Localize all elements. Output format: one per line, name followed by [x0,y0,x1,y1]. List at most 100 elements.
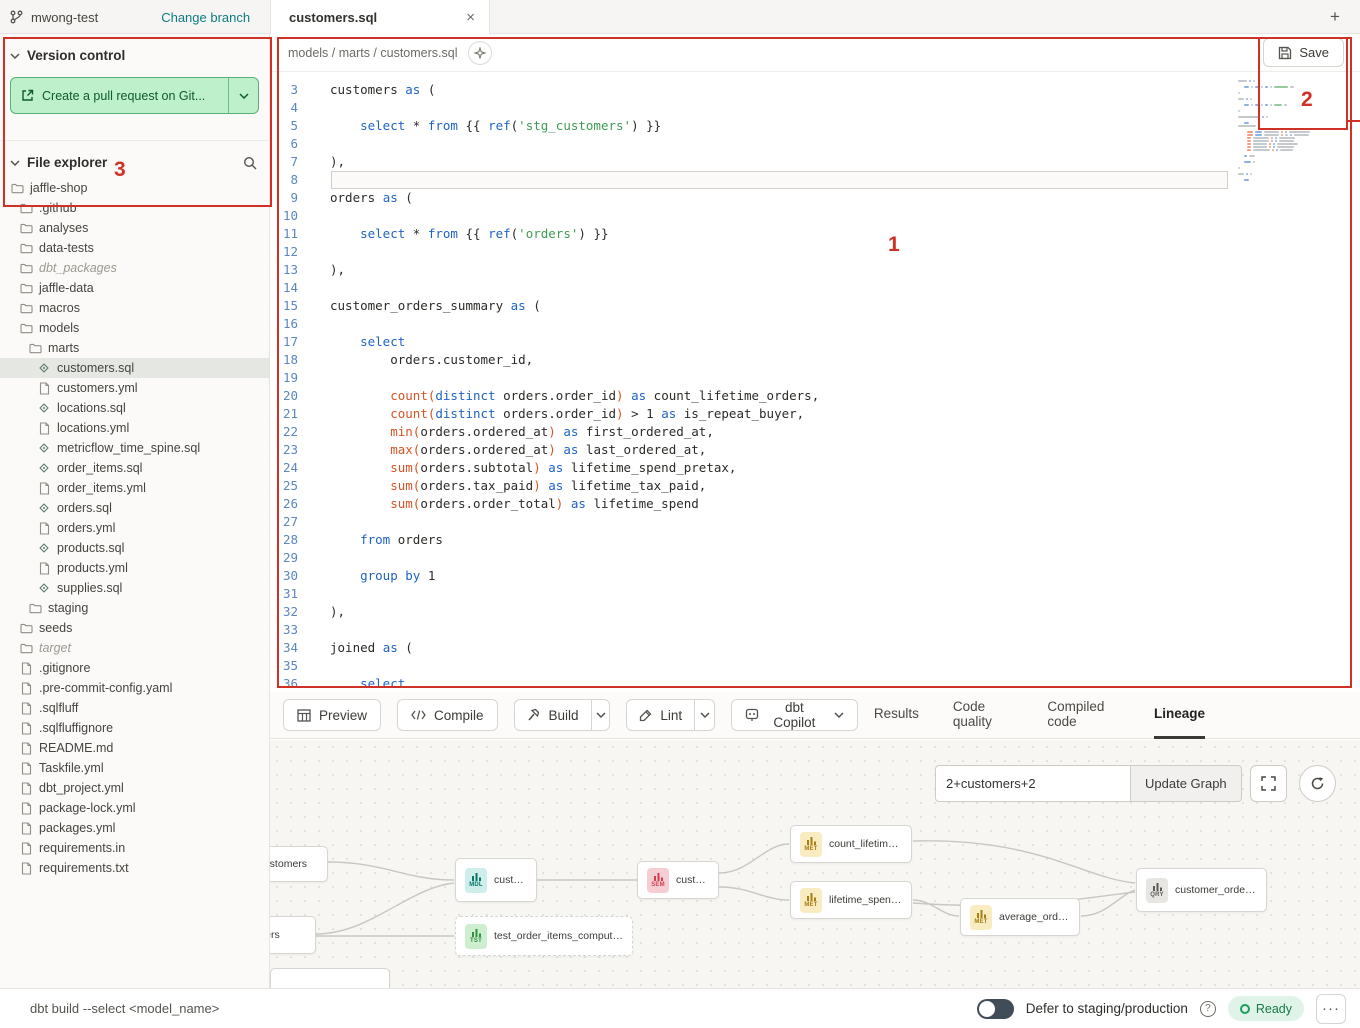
code-editor[interactable]: 3customers as (45 select * from {{ ref('… [270,72,1360,692]
tree-item-dbt_packages[interactable]: dbt_packages [0,258,269,278]
create-pr-button[interactable]: Create a pull request on Git... [11,78,228,113]
tree-item-requirements.in[interactable]: requirements.in [0,838,269,858]
tree-item-supplies.sql[interactable]: supplies.sql [0,578,269,598]
tree-item-.github[interactable]: .github [0,198,269,218]
tree-item-locations.sql[interactable]: locations.sql [0,398,269,418]
tab-compiled-code[interactable]: Compiled code [1047,692,1120,739]
met-badge-icon: MET [800,832,822,857]
tab-lineage[interactable]: Lineage [1154,692,1205,739]
lineage-node-orders[interactable]: orders [270,916,316,954]
create-pr-dropdown[interactable] [228,78,258,113]
code-text [304,657,330,675]
file-icon [21,722,32,735]
tree-item-products.yml[interactable]: products.yml [0,558,269,578]
new-tab-button[interactable]: + [1324,6,1346,28]
tree-item-customers.yml[interactable]: customers.yml [0,378,269,398]
lineage-node-customers-model[interactable]: MDLcustomers [455,858,537,902]
lineage-node-stg-customers[interactable]: tg_customers [270,846,328,882]
tree-item-customers.sql[interactable]: customers.sql [0,358,269,378]
tree-item-.pre-commit-config.yaml[interactable]: .pre-commit-config.yaml [0,678,269,698]
tree-item-metricflow_time_spine.sql[interactable]: metricflow_time_spine.sql [0,438,269,458]
line-number: 35 [270,657,304,675]
lint-dropdown[interactable] [694,700,714,730]
tree-item-seeds[interactable]: seeds [0,618,269,638]
tree-item-products.sql[interactable]: products.sql [0,538,269,558]
line-number: 17 [270,333,304,351]
code-text: from orders [304,531,443,549]
lineage-node-customer-order-metrics[interactable]: QRYcustomer_order_metrics [1136,868,1267,912]
chevron-down-icon[interactable] [10,53,20,59]
tree-item-packages.yml[interactable]: packages.yml [0,818,269,838]
tree-item-.sqlfluff[interactable]: .sqlfluff [0,698,269,718]
current-branch[interactable]: mwong-test [31,10,98,25]
tree-item-order_items.yml[interactable]: order_items.yml [0,478,269,498]
lineage-panel[interactable]: tg_customersorders MDLcustomers SEMcustome… [270,740,1360,988]
change-branch-link[interactable]: Change branch [161,10,250,25]
breadcrumb-action-button[interactable] [468,41,492,65]
refresh-button[interactable] [1299,765,1336,802]
build-button[interactable]: Build [515,700,591,730]
top-bar: mwong-test Change branch customers.sql ×… [0,0,1360,34]
defer-label: Defer to staging/production [1026,1001,1188,1016]
search-icon[interactable] [243,156,257,170]
lint-button[interactable]: Lint [627,700,694,730]
command-input[interactable]: dbt build --select <model_name> [30,1001,219,1016]
tree-item-models[interactable]: models [0,318,269,338]
preview-icon [297,709,311,722]
lineage-node-count-lifetime-orders[interactable]: METcount_lifetime_orders [790,825,912,863]
tst-badge-icon: TST [465,924,487,949]
tree-item-locations.yml[interactable]: locations.yml [0,418,269,438]
code-text: sum(orders.subtotal) as lifetime_spend_p… [304,459,736,477]
lineage-search-input[interactable] [935,765,1130,802]
line-number: 32 [270,603,304,621]
tab-code-quality[interactable]: Code quality [953,692,1014,739]
update-graph-button[interactable]: Update Graph [1130,765,1242,802]
help-icon[interactable]: ? [1200,1001,1216,1017]
tree-item-package-lock.yml[interactable]: package-lock.yml [0,798,269,818]
lineage-node-lifetime-spend-pretax[interactable]: METlifetime_spend_pretax [790,881,912,919]
build-dropdown[interactable] [591,700,610,730]
lineage-node-test-order-items[interactable]: TSTtest_order_items_compute_to_bools... [455,916,633,956]
file-icon [21,762,32,775]
tree-item-dbt_project.yml[interactable]: dbt_project.yml [0,778,269,798]
fullscreen-button[interactable] [1250,765,1287,802]
chevron-down-icon[interactable] [10,160,20,166]
editor-action-bar: Preview Compile Build Lint dbt Copilot R… [270,692,1360,739]
tree-item-analyses[interactable]: analyses [0,218,269,238]
tree-item-orders.yml[interactable]: orders.yml [0,518,269,538]
lineage-node-average-order-value[interactable]: METaverage_order_value [960,898,1080,936]
code-line-33: 33 [270,621,1360,639]
tree-item-jaffle-shop[interactable]: jaffle-shop [0,178,269,198]
save-button[interactable]: Save [1263,38,1344,67]
more-options-button[interactable]: ··· [1316,994,1346,1024]
tree-item-Taskfile.yml[interactable]: Taskfile.yml [0,758,269,778]
tree-item-jaffle-data[interactable]: jaffle-data [0,278,269,298]
preview-button[interactable]: Preview [283,699,381,731]
tree-item-README.md[interactable]: README.md [0,738,269,758]
tree-item-orders.sql[interactable]: orders.sql [0,498,269,518]
tree-item-marts[interactable]: marts [0,338,269,358]
code-text [304,207,330,225]
tree-item-macros[interactable]: macros [0,298,269,318]
tab-close-icon[interactable]: × [464,9,477,26]
result-tabs: Results Code quality Compiled code Lineage [874,692,1205,739]
line-number: 7 [270,153,304,171]
tree-item-staging[interactable]: staging [0,598,269,618]
editor-tab-customers-sql[interactable]: customers.sql × [270,0,490,34]
tree-item-target[interactable]: target [0,638,269,658]
tree-item-requirements.txt[interactable]: requirements.txt [0,858,269,878]
minimap[interactable] [1236,80,1324,182]
tree-item-.sqlfluffignore[interactable]: .sqlfluffignore [0,718,269,738]
defer-toggle[interactable] [977,999,1014,1019]
tab-results[interactable]: Results [874,692,919,739]
compile-button[interactable]: Compile [397,699,498,731]
lineage-node-partial-node[interactable] [270,968,390,988]
dbt-copilot-button[interactable]: dbt Copilot [731,699,858,731]
lineage-node-label: tg_customers [270,858,307,870]
tree-item-data-tests[interactable]: data-tests [0,238,269,258]
file-icon [21,822,32,835]
tree-item-order_items.sql[interactable]: order_items.sql [0,458,269,478]
tree-item-.gitignore[interactable]: .gitignore [0,658,269,678]
lineage-node-label: average_order_value [999,911,1070,923]
lineage-node-customers-semantic[interactable]: SEMcustomers [637,861,719,899]
